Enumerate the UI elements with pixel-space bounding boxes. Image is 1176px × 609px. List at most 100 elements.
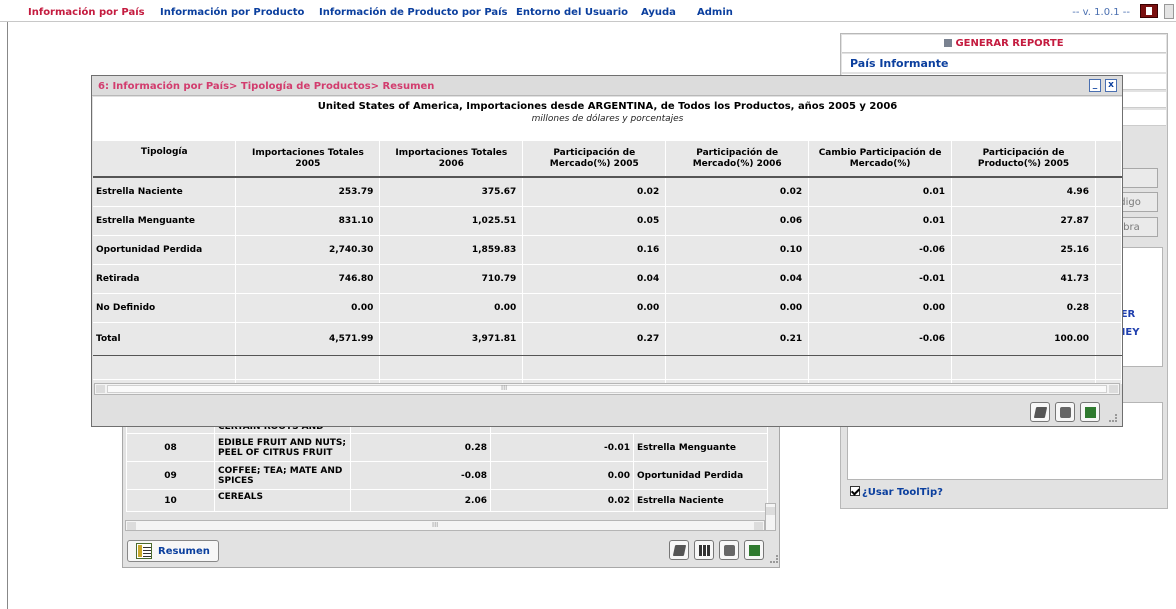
page-scrollbar[interactable]	[1164, 4, 1174, 19]
book-button[interactable]	[1030, 402, 1050, 422]
background-vertical-scrollbar[interactable]	[765, 503, 776, 531]
left-border	[7, 22, 8, 609]
table-cell: Estrella Menguante	[633, 433, 768, 462]
tipologia-cell: Retirada	[93, 264, 237, 294]
empty-cell	[1095, 355, 1122, 380]
exit-icon[interactable]	[1140, 4, 1158, 18]
value-cell: 0.02	[522, 177, 667, 207]
value-cell: 0.01	[808, 177, 953, 207]
table-header-row: Tipología Importaciones Totales 2005 Imp…	[93, 141, 1122, 178]
modal-title-bar[interactable]: 6: Información por País> Tipología de Pr…	[92, 76, 1122, 96]
resumen-button[interactable]: Resumen	[127, 540, 219, 562]
empty-cell	[1095, 177, 1122, 207]
table-cell: -0.01	[490, 433, 634, 462]
total-row[interactable]: Total 4,571.99 3,971.81 0.27 0.21 -0.06 100.00	[93, 322, 1122, 356]
value-cell: 0.00	[665, 293, 810, 323]
scroll-right-icon[interactable]	[754, 522, 763, 530]
value-cell: 0.04	[665, 264, 810, 294]
scroll-thumb-mark: III	[501, 384, 508, 392]
nav-informacion-por-producto[interactable]: Información por Producto	[160, 7, 304, 18]
empty-cell	[1095, 206, 1122, 236]
report-heading: United States of America, Importaciones …	[317, 101, 898, 112]
modal-horizontal-scrollbar[interactable]: III	[94, 383, 1120, 395]
usar-tooltip-checkbox[interactable]: ¿Usar ToolTip?	[850, 486, 943, 498]
bg-resize-grip-icon[interactable]	[770, 555, 778, 563]
summary-table: Tipología Importaciones Totales 2005 Imp…	[93, 141, 1122, 384]
table-cell: 0.28	[350, 433, 491, 462]
scroll-thumb[interactable]	[107, 385, 1107, 393]
table-cell: 0.02	[490, 489, 634, 512]
empty-cell	[1095, 293, 1122, 323]
scroll-down-icon[interactable]	[766, 507, 775, 515]
table-row[interactable]: Estrella Menguante 831.10 1,025.51 0.05 0.06…	[93, 206, 1122, 236]
value-cell: 0.10	[665, 235, 810, 265]
value-cell: 0.00	[808, 293, 953, 323]
bg-book-button[interactable]	[669, 540, 689, 560]
nav-admin[interactable]: Admin	[697, 7, 733, 18]
empty-cell	[808, 355, 953, 380]
table-cell: 2.06	[350, 489, 491, 512]
table-cell: Oportunidad Perdida	[633, 461, 768, 490]
scroll-right-icon[interactable]	[1109, 385, 1118, 393]
print-button[interactable]	[1055, 402, 1075, 422]
empty-row	[93, 355, 1122, 380]
resumen-modal-window: 6: Información por País> Tipología de Pr…	[91, 75, 1123, 427]
bg-excel-button[interactable]	[744, 540, 764, 560]
top-navigation: Información por País Información por Pro…	[0, 0, 1176, 22]
column-header: Importaciones Totales 2006	[379, 141, 524, 178]
value-cell: -0.06	[808, 235, 953, 265]
value-cell: 0.06	[665, 206, 810, 236]
bg-print-button[interactable]	[719, 540, 739, 560]
value-cell: 100.00	[951, 322, 1096, 356]
background-horizontal-scrollbar[interactable]: III	[125, 520, 765, 531]
table-cell: -0.08	[350, 461, 491, 490]
value-cell: 0.04	[522, 264, 667, 294]
pais-informante-label: País Informante	[842, 54, 1166, 72]
value-cell: 0.00	[379, 293, 524, 323]
value-cell: 25.16	[951, 235, 1096, 265]
table-row[interactable]: 08 EDIBLE FRUIT AND NUTS; PEEL OF CITRUS…	[126, 433, 768, 462]
value-cell: 746.80	[235, 264, 381, 294]
table-row[interactable]: 10 CEREALS 2.06 0.02 Estrella Naciente	[126, 489, 768, 512]
generar-reporte-button[interactable]: GENERAR REPORTE	[842, 35, 1166, 53]
empty-cell	[1095, 235, 1122, 265]
tipologia-cell: Estrella Menguante	[93, 206, 237, 236]
table-cell: 10	[126, 489, 215, 512]
table-row[interactable]: Estrella Naciente 253.79 375.67 0.02 0.02 0.0…	[93, 177, 1122, 207]
table-cell: 0.00	[490, 461, 634, 490]
table-row[interactable]: 09 COFFEE; TEA; MATE AND SPICES -0.08 0.…	[126, 461, 768, 490]
resumen-label: Resumen	[158, 546, 210, 557]
close-button[interactable]: x	[1105, 79, 1117, 92]
scroll-left-icon[interactable]	[127, 522, 136, 530]
value-cell: 41.73	[951, 264, 1096, 294]
empty-cell	[522, 355, 667, 380]
value-cell: 0.16	[522, 235, 667, 265]
tipologia-cell: No Definido	[93, 293, 237, 323]
nav-informacion-producto-por-pais[interactable]: Información de Producto por País	[319, 7, 508, 18]
column-header: Participación de Mercado(%) 2005	[522, 141, 667, 178]
minimize-button[interactable]: _	[1089, 79, 1101, 92]
book-icon	[1033, 407, 1048, 418]
value-cell: 4.96	[951, 177, 1096, 207]
nav-informacion-por-pais[interactable]: Información por País	[28, 7, 145, 18]
value-cell: 375.67	[379, 177, 524, 207]
excel-icon	[1085, 407, 1096, 418]
value-cell: -0.06	[808, 322, 953, 356]
excel-export-button[interactable]	[1080, 402, 1100, 422]
background-product-table: CERTAIN ROOTS AND 08 EDIBLE FRUIT AND NU…	[126, 420, 768, 512]
modal-title: 6: Información por País> Tipología de Pr…	[98, 81, 435, 92]
checkbox-checked-icon[interactable]	[850, 486, 860, 496]
table-row[interactable]: No Definido 0.00 0.00 0.00 0.00 0.00 0.28	[93, 293, 1122, 323]
bg-grid-button[interactable]	[694, 540, 714, 560]
scroll-left-icon[interactable]	[96, 385, 105, 393]
value-cell: 1,025.51	[379, 206, 524, 236]
value-cell: 0.28	[951, 293, 1096, 323]
table-row[interactable]: Oportunidad Perdida 2,740.30 1,859.83 0.16 0…	[93, 235, 1122, 265]
empty-cell	[235, 355, 381, 380]
value-cell: 0.21	[665, 322, 810, 356]
nav-entorno-del-usuario[interactable]: Entorno del Usuario	[516, 7, 628, 18]
resize-grip-icon[interactable]	[1109, 414, 1117, 422]
nav-ayuda[interactable]: Ayuda	[641, 7, 676, 18]
value-cell: 4,571.99	[235, 322, 381, 356]
table-row[interactable]: Retirada 746.80 710.79 0.04 0.04 -0.01 41.73	[93, 264, 1122, 294]
